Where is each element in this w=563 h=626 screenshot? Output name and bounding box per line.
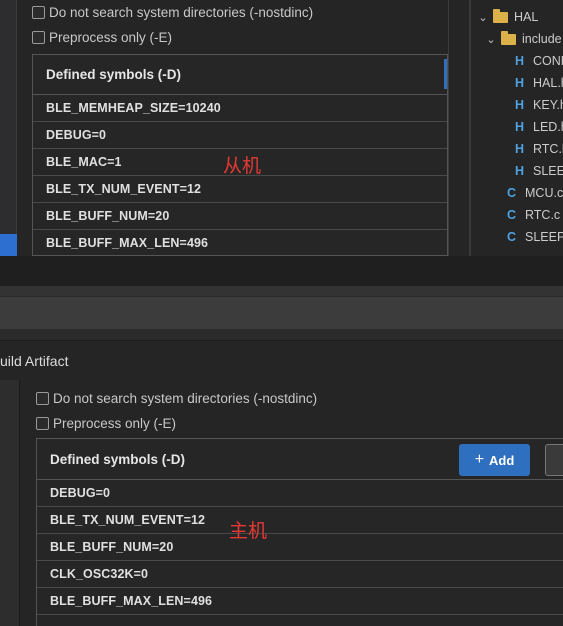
symbol-row[interactable]: BLE_TX_NUM_EVENT=12 xyxy=(37,507,563,534)
nostdinc-label: Do not search system directories (-nostd… xyxy=(53,390,318,406)
top-settings-panel: Do not search system directories (-nostd… xyxy=(0,0,563,256)
build-artifact-titlebar: uild Artifact xyxy=(0,340,563,380)
tree-file[interactable]: H KEY.h xyxy=(515,94,563,116)
h-file-icon: H xyxy=(515,54,525,68)
tree-file[interactable]: C RTC.c xyxy=(507,204,560,226)
add-button-label: Add xyxy=(489,452,515,468)
tree-folder-hal[interactable]: ⌄ HAL xyxy=(477,6,538,28)
h-file-icon: H xyxy=(515,120,525,134)
c-file-icon: C xyxy=(507,208,517,222)
add-symbol-button[interactable]: + Add xyxy=(459,444,530,476)
defined-symbols-title: Defined symbols (-D) xyxy=(50,451,186,467)
h-file-icon: H xyxy=(515,76,525,90)
tree-file[interactable]: H RTC.h xyxy=(515,138,563,160)
symbol-row[interactable]: BLE_BUFF_MAX_LEN=496 xyxy=(37,588,563,615)
preprocess-only-label: Preprocess only (-E) xyxy=(53,415,177,431)
nostdinc-checkbox[interactable] xyxy=(36,391,49,405)
compiler-settings: Do not search system directories (-nostd… xyxy=(20,380,563,626)
left-sidebar-strip xyxy=(0,380,20,626)
c-file-icon: C xyxy=(507,230,517,244)
preprocess-only-checkbox[interactable] xyxy=(36,416,49,430)
tree-label: HAL.h xyxy=(533,76,563,90)
tree-label: LED.h xyxy=(533,120,563,134)
tree-label: SLEEP.c xyxy=(525,230,563,244)
preprocess-only-option[interactable]: Preprocess only (-E) xyxy=(32,27,172,47)
tree-label: KEY.h xyxy=(533,98,563,112)
left-sidebar-strip xyxy=(0,0,17,256)
defined-symbols-table: Defined symbols (-D) + Add DEBUG=0 BLE_T… xyxy=(36,438,563,626)
h-file-icon: H xyxy=(515,164,525,178)
tree-label: RTC.h xyxy=(533,142,563,156)
preprocess-only-checkbox[interactable] xyxy=(32,30,45,44)
bottom-settings-panel: Do not search system directories (-nostd… xyxy=(0,380,563,626)
page-title: uild Artifact xyxy=(0,352,69,369)
preprocess-only-label: Preprocess only (-E) xyxy=(49,29,173,45)
nostdinc-option[interactable]: Do not search system directories (-nostd… xyxy=(36,388,317,408)
folder-icon xyxy=(493,8,508,23)
defined-symbols-header: Defined symbols (-D) xyxy=(33,55,447,95)
tree-file[interactable]: C MCU.c xyxy=(507,182,563,204)
preprocess-only-option[interactable]: Preprocess only (-E) xyxy=(36,413,176,433)
c-file-icon: C xyxy=(507,186,517,200)
symbol-row[interactable]: BLE_BUFF_NUM=20 xyxy=(37,534,563,561)
compiler-settings: Do not search system directories (-nostd… xyxy=(24,0,448,256)
screenshot-gap xyxy=(0,256,563,286)
symbol-row[interactable]: CLK_OSC32K=0 xyxy=(37,561,563,588)
tree-label: RTC.c xyxy=(525,208,561,222)
tree-label: CONF xyxy=(533,54,563,68)
secondary-button[interactable] xyxy=(545,444,563,476)
slave-annotation: 从机 xyxy=(223,155,262,177)
tree-label: SLEEP xyxy=(533,164,563,178)
symbol-row[interactable]: DEBUG=0 xyxy=(33,122,447,149)
chevron-down-icon: ⌄ xyxy=(486,33,496,46)
symbol-row[interactable]: DEBUG=0 xyxy=(37,480,563,507)
chevron-down-icon: ⌄ xyxy=(478,11,488,24)
tree-label: include xyxy=(522,32,562,46)
tree-folder-include[interactable]: ⌄ include xyxy=(485,28,562,50)
symbol-row[interactable]: BLE_BUFF_MAX_LEN=496 xyxy=(33,230,447,256)
master-annotation: 主机 xyxy=(229,520,268,542)
plus-icon: + xyxy=(474,451,485,468)
nostdinc-checkbox[interactable] xyxy=(32,5,45,19)
nostdinc-option[interactable]: Do not search system directories (-nostd… xyxy=(32,2,313,22)
h-file-icon: H xyxy=(515,142,525,156)
add-button-edge[interactable] xyxy=(444,59,447,89)
tree-file[interactable]: H HAL.h xyxy=(515,72,563,94)
file-explorer: ⌄ HAL ⌄ include H CONF H HAL.h H KEY.h H… xyxy=(448,0,563,256)
nostdinc-label: Do not search system directories (-nostd… xyxy=(49,4,314,20)
panel-toolbar-strip xyxy=(0,286,563,296)
tree-file[interactable]: H SLEEP xyxy=(515,160,563,182)
panel-separator xyxy=(0,329,563,340)
symbol-row[interactable]: BLE_MEMHEAP_SIZE=10240 xyxy=(33,95,447,122)
tree-file[interactable]: H LED.h xyxy=(515,116,563,138)
h-file-icon: H xyxy=(515,98,525,112)
tree-file[interactable]: C SLEEP.c xyxy=(507,226,563,248)
symbol-row[interactable]: BLE_TX_NUM_EVENT=12 xyxy=(33,176,447,203)
tree-label: HAL xyxy=(514,10,539,24)
selected-indicator[interactable] xyxy=(0,234,17,256)
tree-file[interactable]: H CONF xyxy=(515,50,563,72)
tree-label: MCU.c xyxy=(525,186,563,200)
panel-toolbar xyxy=(0,296,563,329)
folder-open-icon xyxy=(501,30,516,45)
tree-indent-guide xyxy=(469,0,471,256)
symbol-row[interactable]: BLE_BUFF_NUM=20 xyxy=(33,203,447,230)
